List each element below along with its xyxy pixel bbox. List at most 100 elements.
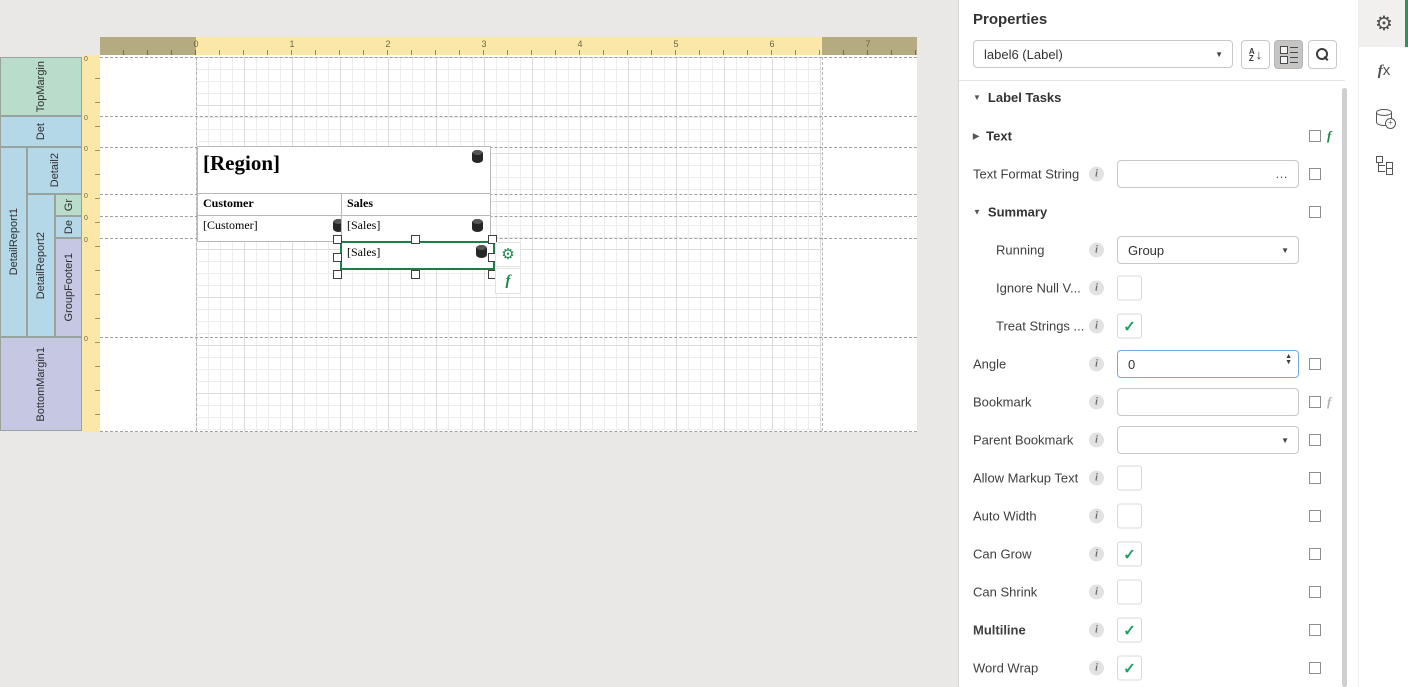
section-label-tasks[interactable]: ▼ Label Tasks [973, 90, 1061, 105]
label-customer-field[interactable]: [Customer] [197, 215, 348, 242]
band-detailreport2[interactable]: DetailReport2 [27, 194, 55, 337]
tab-data-sources[interactable]: + [1359, 94, 1408, 141]
text-format-string-value[interactable] [1128, 167, 1288, 182]
info-icon[interactable]: i [1089, 281, 1104, 296]
ignore-null-values-checkbox[interactable] [1117, 276, 1142, 301]
word-wrap-checkbox[interactable]: ✓ [1117, 656, 1142, 681]
tab-expressions[interactable]: fx [1359, 47, 1408, 94]
info-icon[interactable]: i [1089, 433, 1104, 448]
sort-az-icon: AZ ↓ [1249, 48, 1262, 62]
header-sales-text: Sales [347, 196, 373, 210]
can-shrink-mini-checkbox[interactable] [1309, 586, 1321, 598]
resize-handle-bottom-middle[interactable] [411, 270, 420, 279]
property-row-word-wrap: Word Wrap i ✓ [959, 649, 1345, 687]
panel-title: Properties [973, 11, 1047, 28]
text-expression-f-icon[interactable]: f [1327, 128, 1331, 144]
ellipsis-button[interactable]: … [1275, 166, 1289, 181]
band-detail2[interactable]: Detail2 [27, 147, 82, 194]
band-groupfooter1[interactable]: GroupFooter1 [55, 238, 82, 337]
section-title: Label Tasks [988, 90, 1061, 105]
design-surface[interactable]: [Region] Customer Sales [Customer] [Sale… [100, 55, 917, 432]
property-row-text: ▶ Text f [959, 117, 1345, 155]
info-icon[interactable]: i [1089, 623, 1104, 638]
running-dropdown[interactable]: Group ▼ [1117, 236, 1299, 264]
angle-mini-checkbox[interactable] [1309, 358, 1321, 370]
info-icon[interactable]: i [1089, 547, 1104, 562]
label6-selected[interactable]: [Sales] [340, 241, 495, 270]
sort-alphabetical-button[interactable]: AZ ↓ [1241, 40, 1270, 69]
info-icon[interactable]: i [1089, 585, 1104, 600]
text-mini-checkbox[interactable] [1309, 130, 1321, 142]
group-text[interactable]: ▶ Text [973, 129, 1012, 144]
can-grow-checkbox[interactable]: ✓ [1117, 542, 1142, 567]
allow-markup-text-mini-checkbox[interactable] [1309, 472, 1321, 484]
info-icon[interactable]: i [1089, 509, 1104, 524]
spinner-down-icon: ▼ [1285, 360, 1292, 366]
band-origin-marker: 0 [84, 56, 88, 63]
check-icon: ✓ [1123, 545, 1136, 563]
search-properties-button[interactable] [1308, 40, 1337, 69]
smart-tag-tasks-button[interactable]: ⚙ [495, 242, 521, 267]
ruler-number: 6 [769, 39, 774, 49]
category-view-button[interactable] [1274, 40, 1303, 69]
band-separator[interactable] [100, 431, 917, 432]
parent-bookmark-dropdown[interactable]: ▼ [1117, 426, 1299, 454]
label-region[interactable]: [Region] [197, 146, 491, 199]
property-row-bookmark: Bookmark i f [959, 383, 1345, 421]
angle-value[interactable] [1128, 357, 1288, 372]
page-left-margin-line [196, 57, 197, 431]
word-wrap-mini-checkbox[interactable] [1309, 662, 1321, 674]
band-groupheader[interactable]: Gr [55, 194, 82, 216]
bookmark-expression-f-icon[interactable]: f [1327, 394, 1331, 410]
parent-bookmark-mini-checkbox[interactable] [1309, 434, 1321, 446]
info-icon[interactable]: i [1089, 395, 1104, 410]
allow-markup-text-checkbox[interactable] [1117, 466, 1142, 491]
band-label: BottomMargin1 [35, 347, 47, 422]
band-separator[interactable] [100, 57, 917, 58]
band-detailreport1[interactable]: DetailReport1 [0, 147, 27, 337]
spinner-buttons[interactable]: ▲ ▼ [1285, 354, 1292, 366]
auto-width-checkbox[interactable] [1117, 504, 1142, 529]
auto-width-mini-checkbox[interactable] [1309, 510, 1321, 522]
band-detail[interactable]: Det [0, 116, 82, 147]
band-origin-marker: 0 [84, 215, 88, 222]
info-icon[interactable]: i [1089, 319, 1104, 334]
band-bottommargin1[interactable]: BottomMargin1 [0, 337, 82, 431]
group-summary[interactable]: ▼ Summary [973, 205, 1047, 220]
property-row-auto-width: Auto Width i [959, 497, 1345, 535]
resize-handle-bottom-left[interactable] [333, 270, 342, 279]
band-strip-column: TopMargin Det DetailReport1 Detail2 Deta… [0, 55, 82, 432]
band-detail3[interactable]: De [55, 216, 82, 238]
can-grow-mini-checkbox[interactable] [1309, 548, 1321, 560]
info-icon[interactable]: i [1089, 167, 1104, 182]
info-icon[interactable]: i [1089, 471, 1104, 486]
angle-spinner-input[interactable]: ▲ ▼ [1117, 350, 1299, 378]
band-topmargin[interactable]: TopMargin [0, 57, 82, 116]
summary-mini-checkbox[interactable] [1309, 206, 1321, 218]
treat-strings-checkbox[interactable]: ✓ [1117, 314, 1142, 339]
tab-report-explorer[interactable] [1359, 141, 1408, 188]
ruler-number: 7 [865, 39, 870, 49]
resize-handle-top-left[interactable] [333, 235, 342, 244]
control-selector-dropdown[interactable]: label6 (Label) ▼ [973, 40, 1233, 68]
bookmark-input[interactable] [1117, 388, 1299, 416]
bookmark-value[interactable] [1128, 395, 1288, 410]
band-separator[interactable] [100, 116, 917, 117]
bookmark-mini-checkbox[interactable] [1309, 396, 1321, 408]
expression-button[interactable]: f [495, 268, 521, 294]
ruler-number: 0 [193, 39, 198, 49]
info-icon[interactable]: i [1089, 357, 1104, 372]
tab-properties[interactable]: ⚙ [1359, 0, 1408, 47]
band-separator[interactable] [100, 337, 917, 338]
multiline-checkbox[interactable]: ✓ [1117, 618, 1142, 643]
multiline-mini-checkbox[interactable] [1309, 624, 1321, 636]
text-format-string-input[interactable]: … [1117, 160, 1299, 188]
field-list-tree-icon [1375, 156, 1393, 174]
can-shrink-checkbox[interactable] [1117, 580, 1142, 605]
resize-handle-top-middle[interactable] [411, 235, 420, 244]
info-icon[interactable]: i [1089, 661, 1104, 676]
panel-scrollbar[interactable] [1342, 88, 1347, 687]
text-format-string-mini-checkbox[interactable] [1309, 168, 1321, 180]
info-icon[interactable]: i [1089, 243, 1104, 258]
resize-handle-middle-left[interactable] [333, 253, 342, 262]
